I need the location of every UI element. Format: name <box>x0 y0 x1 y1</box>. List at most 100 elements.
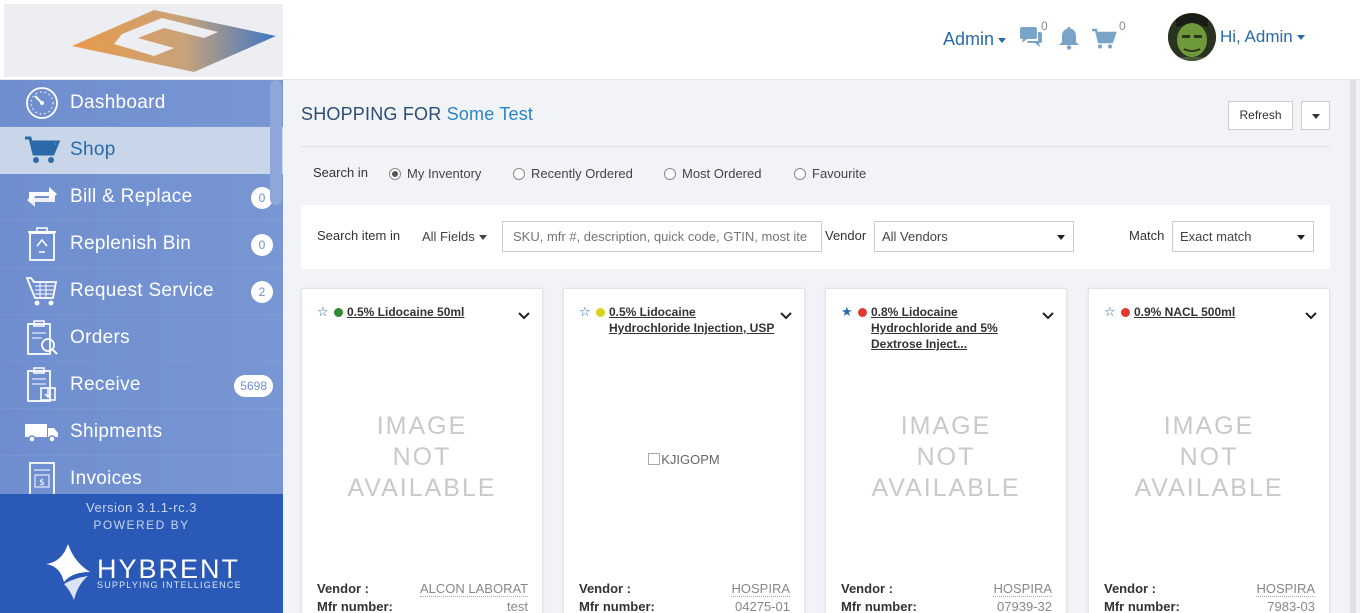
replenish-bin-count-badge: 0 <box>251 234 273 256</box>
status-dot-icon <box>1121 308 1130 317</box>
fields-dropdown[interactable]: All Fields <box>422 229 487 244</box>
hybrent-logo-icon <box>44 542 96 607</box>
radio-favourite[interactable]: Favourite <box>794 166 866 181</box>
mfr-number-value: 07939-32 <box>997 599 1052 613</box>
sidebar-item-bill-replace[interactable]: Bill & Replace 0 <box>0 174 283 221</box>
recycle-bin-icon <box>22 224 62 264</box>
mfr-number-label: Mfr number: <box>317 599 393 613</box>
vendor-value: HOSPIRA <box>993 581 1052 597</box>
sidebar-item-orders[interactable]: Orders <box>0 315 283 362</box>
product-title[interactable]: 0.5% Lidocaine 50ml <box>347 304 517 320</box>
favourite-star-outline-icon[interactable]: ☆ <box>317 305 329 319</box>
favourite-star-outline-icon[interactable]: ☆ <box>1104 305 1116 319</box>
radio-label: My Inventory <box>407 166 482 181</box>
fields-dropdown-value: All Fields <box>422 229 475 244</box>
vendor-label: Vendor <box>825 228 867 243</box>
sidebar-item-dashboard[interactable]: Dashboard <box>0 80 283 127</box>
dashboard-icon <box>22 83 62 123</box>
chevron-down-icon[interactable] <box>518 307 530 325</box>
radio-my-inventory[interactable]: My Inventory <box>389 166 481 181</box>
chevron-down-icon <box>1297 235 1305 240</box>
chevron-down-icon <box>1312 114 1320 119</box>
sidebar-footer: Version 3.1.1-rc.3 POWERED BY HYBRENT SU… <box>0 494 283 613</box>
radio-unchecked-icon <box>664 167 676 180</box>
product-card[interactable]: ★ 0.8% Lidocaine Hydrochloride and 5% De… <box>825 288 1067 613</box>
match-label: Match <box>1129 228 1165 243</box>
chevron-down-icon <box>478 235 487 241</box>
admin-dropdown[interactable]: Admin <box>943 29 1007 50</box>
product-title[interactable]: 0.9% NACL 500ml <box>1134 304 1304 320</box>
mfr-number-value: 04275-01 <box>735 599 790 613</box>
user-greeting: Hi, Admin <box>1220 27 1293 46</box>
radio-unchecked-icon <box>513 167 525 180</box>
sidebar-item-replenish-bin[interactable]: Replenish Bin 0 <box>0 221 283 268</box>
cart-icon[interactable] <box>1091 28 1117 55</box>
product-card[interactable]: ☆ 0.5% Lidocaine 50ml IMAGE NOT AVAILABLE … <box>301 288 543 613</box>
sidebar: Dashboard Shop Bill & Replace 0 Replenis… <box>0 80 283 613</box>
favourite-star-outline-icon[interactable]: ☆ <box>579 305 591 319</box>
product-title[interactable]: 0.8% Lidocaine Hydrochloride and 5% Dext… <box>871 304 1041 352</box>
powered-by-label: POWERED BY <box>93 518 190 532</box>
radio-most-ordered[interactable]: Most Ordered <box>664 166 761 181</box>
vendor-value: HOSPIRA <box>1256 581 1315 597</box>
vendor-label: Vendor : <box>1104 581 1157 596</box>
page-title-prefix: SHOPPING FOR <box>301 104 442 124</box>
messages-count: 0 <box>1041 19 1048 33</box>
sidebar-item-shipments[interactable]: Shipments <box>0 409 283 456</box>
product-card[interactable]: ☆ 0.5% Lidocaine Hydrochloride Injection… <box>563 288 805 613</box>
request-service-icon <box>22 271 62 311</box>
chevron-down-icon[interactable] <box>780 307 792 325</box>
refresh-options-button[interactable] <box>1301 101 1330 130</box>
match-select[interactable]: Exact match <box>1172 221 1314 252</box>
app-version: Version 3.1.1-rc.3 <box>86 500 197 515</box>
search-item-in-label: Search item in <box>317 228 401 243</box>
sidebar-scrollbar[interactable] <box>270 80 282 205</box>
svg-text:$: $ <box>39 478 45 488</box>
product-title[interactable]: 0.5% Lidocaine Hydrochloride Injection, … <box>609 304 779 336</box>
user-avatar[interactable] <box>1168 13 1216 61</box>
vendor-label: Vendor : <box>317 581 370 596</box>
refresh-button[interactable]: Refresh <box>1228 101 1293 130</box>
sidebar-item-receive[interactable]: Receive 5698 <box>0 362 283 409</box>
sidebar-item-label: Shipments <box>70 421 163 442</box>
favourite-star-filled-icon[interactable]: ★ <box>841 305 853 319</box>
page-title-facility[interactable]: Some Test <box>447 104 534 124</box>
mfr-number-label: Mfr number: <box>841 599 917 613</box>
radio-label: Favourite <box>812 166 867 181</box>
chevron-down-icon <box>998 37 1007 43</box>
chevron-down-icon[interactable] <box>1042 307 1054 325</box>
status-dot-icon <box>334 308 343 317</box>
radio-recently-ordered[interactable]: Recently Ordered <box>513 166 633 181</box>
sidebar-item-label: Orders <box>70 327 130 348</box>
sidebar-item-invoices[interactable]: $ Invoices <box>0 456 283 494</box>
item-search-input[interactable] <box>502 221 822 252</box>
request-service-count-badge: 2 <box>251 281 273 303</box>
brand-tagline: SUPPLYING INTELLIGENCE <box>97 580 242 590</box>
vendor-label: Vendor : <box>579 581 632 596</box>
vendor-select-value: All Vendors <box>882 229 948 244</box>
bell-icon[interactable] <box>1058 26 1080 55</box>
cart-count: 0 <box>1119 19 1126 33</box>
chevron-down-icon[interactable] <box>1305 307 1317 325</box>
vendor-select[interactable]: All Vendors <box>874 221 1074 252</box>
invoice-icon: $ <box>22 459 62 494</box>
truck-icon <box>22 412 62 452</box>
product-image-alt: KJIGOPM <box>661 452 720 467</box>
vendor-value: ALCON LABORATORIES <box>420 581 528 597</box>
sidebar-item-shop[interactable]: Shop <box>0 127 283 174</box>
product-card[interactable]: ☆ 0.9% NACL 500ml IMAGE NOT AVAILABLE Vend… <box>1088 288 1330 613</box>
sidebar-item-request-service[interactable]: Request Service 2 <box>0 268 283 315</box>
filter-panel: Search item in All Fields Vendor All Ven… <box>301 205 1330 269</box>
image-not-available: IMAGE NOT AVAILABLE <box>347 412 497 502</box>
page-scrollbar-thumb[interactable] <box>1350 80 1356 613</box>
app-logo[interactable] <box>4 4 283 77</box>
search-in-label: Search in <box>313 165 368 180</box>
page-scrollbar[interactable] <box>1350 80 1360 613</box>
image-not-available: IMAGE NOT AVAILABLE <box>1134 412 1284 502</box>
sidebar-item-label: Replenish Bin <box>70 233 192 254</box>
user-menu[interactable]: Hi, Admin <box>1220 27 1305 47</box>
bill-replace-icon <box>22 177 62 217</box>
radio-checked-icon <box>389 167 401 180</box>
product-image: KJIGOPM <box>564 452 804 467</box>
sidebar-item-label: Receive <box>70 374 141 395</box>
